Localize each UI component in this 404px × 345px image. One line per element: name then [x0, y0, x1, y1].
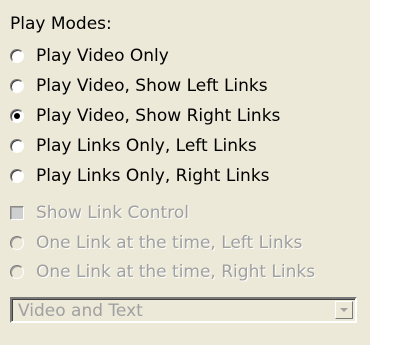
- radio-button-icon[interactable]: [10, 79, 24, 93]
- radio-button-checked-icon[interactable]: [10, 109, 24, 123]
- radio-label: Play Video, Show Left Links: [36, 76, 268, 96]
- radio-one-link-right-links[interactable]: One Link at the time, Right Links: [10, 260, 315, 284]
- radio-button-icon[interactable]: [10, 169, 24, 183]
- radio-button-disabled-icon[interactable]: [10, 265, 24, 279]
- radio-label: One Link at the time, Right Links: [36, 262, 316, 282]
- radio-label: Play Links Only, Left Links: [36, 136, 257, 156]
- radio-button-icon[interactable]: [10, 49, 24, 63]
- radio-play-video-show-left-links[interactable]: Play Video, Show Left Links: [10, 74, 268, 98]
- play-modes-heading: Play Modes:: [10, 14, 112, 34]
- checkbox-show-link-control[interactable]: Show Link Control: [10, 201, 189, 225]
- radio-label: Play Video Only: [36, 46, 169, 66]
- display-mode-value: Video and Text: [18, 301, 143, 321]
- radio-play-links-only-left-links[interactable]: Play Links Only, Left Links: [10, 134, 257, 158]
- radio-button-disabled-icon[interactable]: [10, 236, 24, 250]
- radio-one-link-left-links[interactable]: One Link at the time, Left Links: [10, 231, 302, 255]
- radio-play-video-show-right-links[interactable]: Play Video, Show Right Links: [10, 104, 280, 128]
- checkbox-label: Show Link Control: [36, 203, 189, 223]
- radio-label: Play Links Only, Right Links: [36, 166, 270, 186]
- radio-play-links-only-right-links[interactable]: Play Links Only, Right Links: [10, 164, 270, 188]
- radio-label: Play Video, Show Right Links: [36, 106, 281, 126]
- play-modes-panel: Play Modes: Play Video Only Play Video, …: [0, 0, 370, 345]
- dropdown-button[interactable]: [335, 301, 353, 319]
- radio-play-video-only[interactable]: Play Video Only: [10, 44, 169, 68]
- checkbox-icon[interactable]: [10, 206, 24, 220]
- display-mode-select[interactable]: Video and Text: [10, 297, 357, 323]
- radio-label: One Link at the time, Left Links: [36, 233, 303, 253]
- radio-button-icon[interactable]: [10, 139, 24, 153]
- chevron-down-icon: [340, 308, 348, 312]
